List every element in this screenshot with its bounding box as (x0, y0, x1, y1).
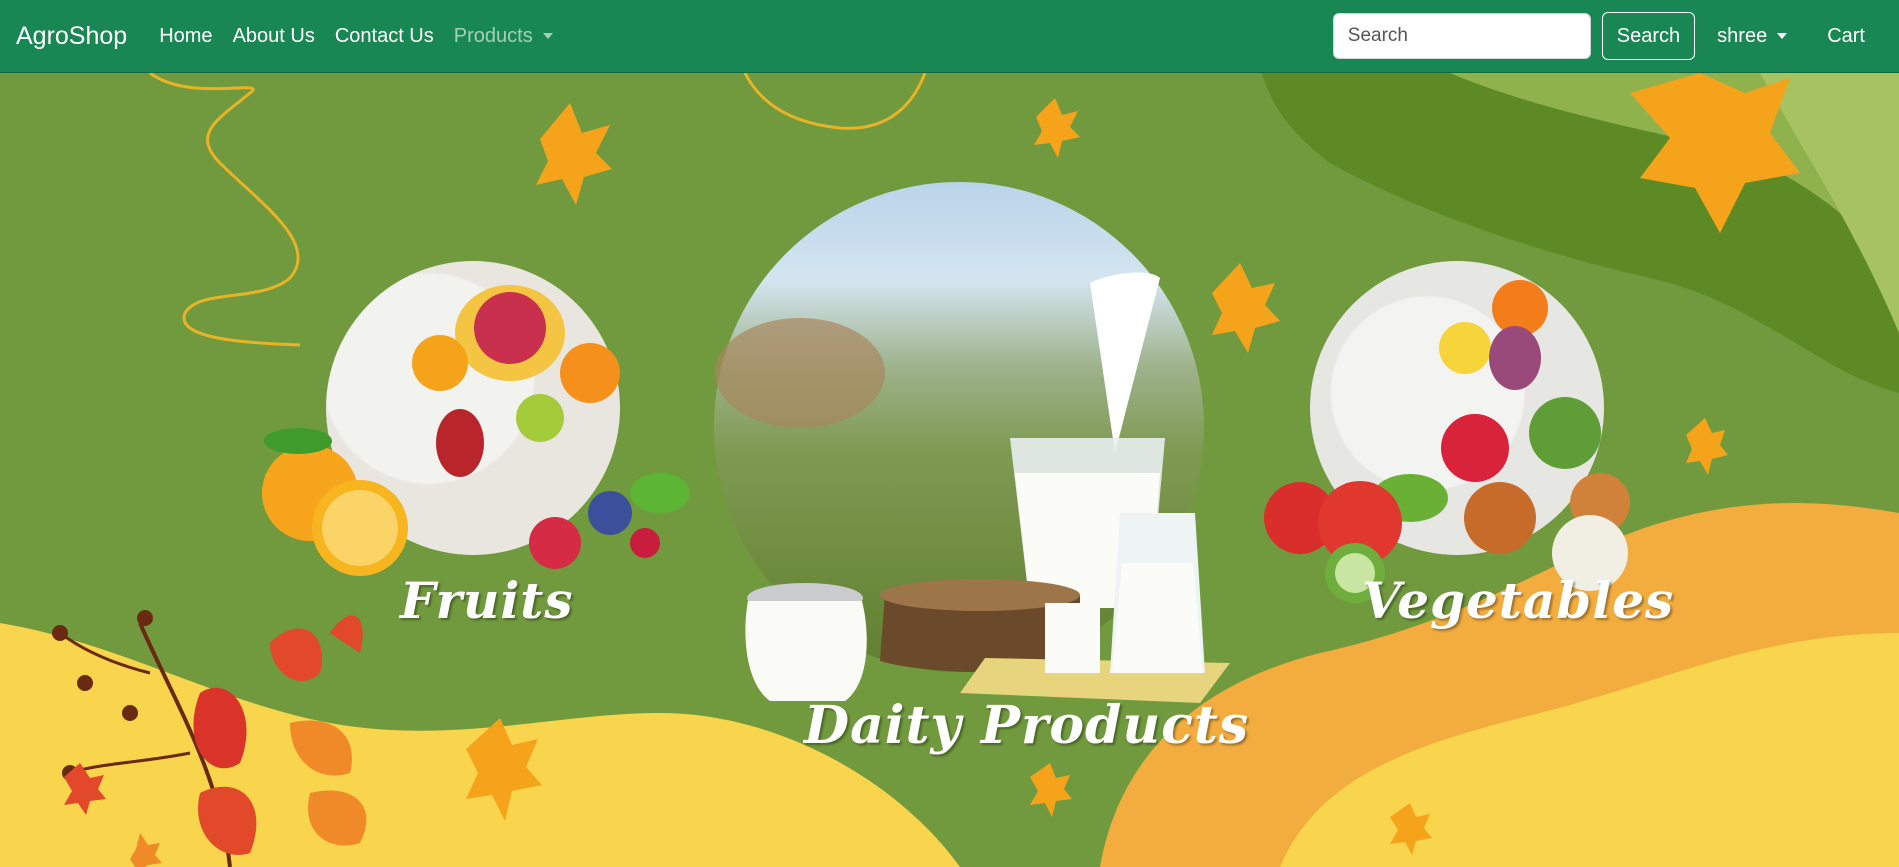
nav-products-dropdown[interactable]: Products (444, 25, 563, 48)
nav-right: Search shree Cart (1332, 12, 1883, 60)
brand-logo[interactable]: AgroShop (16, 22, 127, 51)
nav-products-label: Products (453, 24, 533, 47)
hero-banner: Fruits Daity Products Vegetables (0, 73, 1899, 867)
search-button[interactable]: Search (1601, 12, 1696, 60)
user-name: shree (1717, 24, 1768, 47)
fruits-illustration (262, 285, 690, 576)
vegetables-category-label[interactable]: Vegetables (1362, 571, 1674, 630)
dairy-category-label[interactable]: Daity Products (804, 695, 1249, 756)
chevron-down-icon (1777, 33, 1788, 39)
nav-home-link[interactable]: Home (149, 25, 222, 48)
search-input[interactable] (1332, 13, 1591, 59)
nav-about-link[interactable]: About Us (223, 25, 325, 48)
user-dropdown[interactable]: shree (1717, 24, 1788, 48)
chevron-down-icon (542, 33, 553, 39)
fruits-category-label[interactable]: Fruits (400, 571, 574, 630)
vegetables-illustration (1264, 280, 1630, 603)
dairy-illustration (715, 272, 1230, 703)
nav-contact-link[interactable]: Contact Us (325, 25, 444, 48)
nav-links: Home About Us Contact Us Products (149, 25, 563, 48)
autumn-branch-illustration (52, 610, 367, 867)
cart-link[interactable]: Cart (1827, 25, 1865, 48)
navbar: AgroShop Home About Us Contact Us Produc… (0, 0, 1899, 73)
